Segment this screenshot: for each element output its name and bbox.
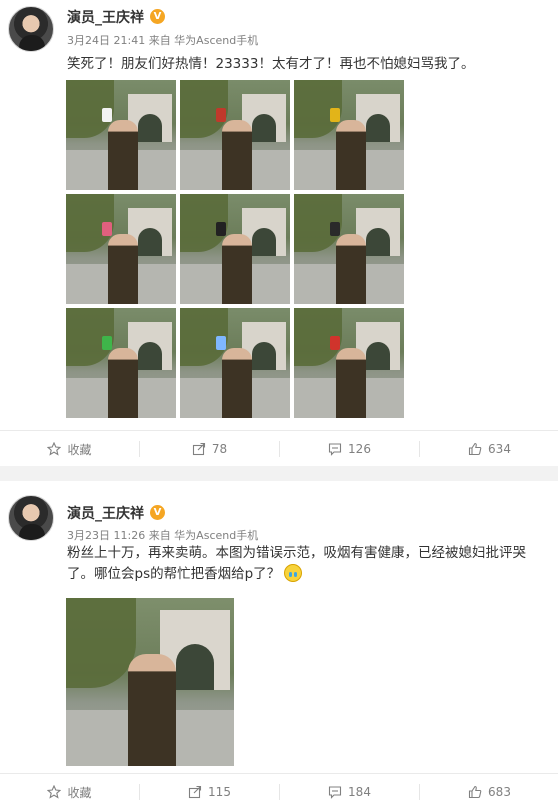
prop (102, 336, 112, 350)
star-icon (47, 442, 62, 456)
prop (216, 336, 226, 350)
photo-thumbnail[interactable] (66, 308, 176, 418)
weibo-post: 演员_王庆祥 V 3月24日 21:41 来自 华为Ascend手机 笑死了！朋… (0, 0, 558, 466)
post-meta[interactable]: 3月24日 21:41 来自 华为Ascend手机 (67, 32, 258, 48)
prop (330, 222, 340, 236)
crying-face-icon (284, 564, 303, 582)
repost-count: 115 (208, 785, 231, 799)
comment-icon (328, 443, 342, 456)
verified-badge-icon: V (150, 505, 165, 520)
prop (330, 108, 340, 122)
action-bar: 收藏 78 126 634 (0, 430, 558, 466)
avatar[interactable] (8, 495, 54, 541)
like-count: 683 (488, 785, 511, 799)
photo-thumbnail[interactable] (66, 80, 176, 190)
favorite-button[interactable]: 收藏 (0, 431, 139, 467)
verified-badge-icon: V (150, 9, 165, 24)
prop (102, 108, 112, 122)
author-name[interactable]: 演员_王庆祥 (67, 7, 144, 27)
thumbs-up-icon (468, 785, 482, 799)
thumbs-up-icon (468, 442, 482, 456)
photo-thumbnail[interactable] (66, 194, 176, 304)
comment-button[interactable]: 184 (280, 774, 419, 809)
favorite-label: 收藏 (67, 442, 92, 457)
action-bar: 收藏 115 184 683 (0, 773, 558, 809)
share-icon (188, 785, 202, 799)
image-grid (66, 80, 406, 420)
avatar[interactable] (8, 6, 54, 52)
author-name[interactable]: 演员_王庆祥 (67, 503, 144, 523)
comment-button[interactable]: 126 (280, 431, 419, 467)
post-meta[interactable]: 3月23日 11:26 来自 华为Ascend手机 (67, 527, 258, 543)
comment-count: 184 (348, 785, 371, 799)
photo-thumbnail[interactable] (180, 194, 290, 304)
repost-button[interactable]: 115 (140, 774, 279, 809)
share-icon (192, 442, 205, 456)
comment-count: 126 (348, 442, 371, 456)
prop (216, 222, 226, 236)
prop (216, 108, 226, 122)
photo[interactable] (66, 598, 234, 766)
weibo-post: 演员_王庆祥 V 3月23日 11:26 来自 华为Ascend手机 粉丝上十万… (0, 481, 558, 809)
like-button[interactable]: 683 (420, 774, 558, 809)
photo-thumbnail[interactable] (180, 80, 290, 190)
photo-thumbnail[interactable] (294, 194, 404, 304)
repost-button[interactable]: 78 (140, 431, 279, 467)
post-text: 粉丝上十万，再来卖萌。本图为错误示范，吸烟有害健康，已经被媳妇批评哭了。哪位会p… (67, 543, 537, 585)
post-text: 笑死了！朋友们好热情！23333！太有才了！再也不怕媳妇骂我了。 (67, 56, 475, 72)
repost-count: 78 (211, 442, 228, 456)
photo-thumbnail[interactable] (294, 308, 404, 418)
prop (102, 222, 112, 236)
comment-icon (328, 786, 342, 799)
star-icon (47, 785, 62, 799)
favorite-label: 收藏 (67, 785, 92, 800)
photo-thumbnail[interactable] (180, 308, 290, 418)
like-count: 634 (488, 442, 511, 456)
like-button[interactable]: 634 (420, 431, 558, 467)
favorite-button[interactable]: 收藏 (0, 774, 139, 809)
photo-thumbnail[interactable] (294, 80, 404, 190)
prop (330, 336, 340, 350)
